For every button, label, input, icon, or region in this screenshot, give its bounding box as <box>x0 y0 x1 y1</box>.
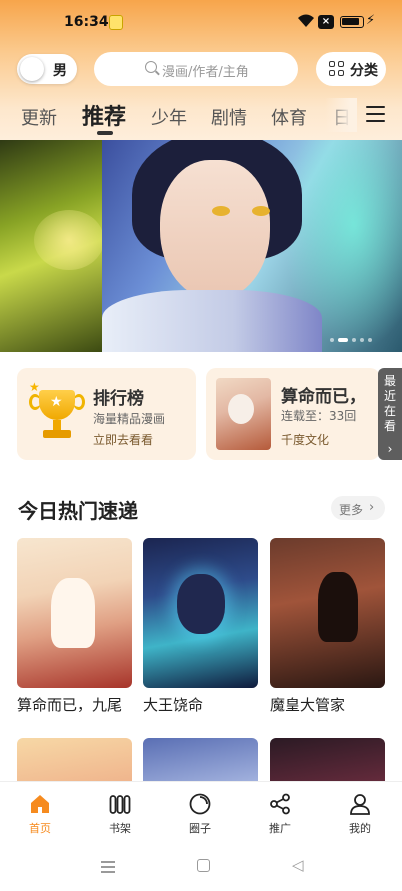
search-icon <box>145 61 157 73</box>
share-icon <box>269 793 291 815</box>
grid-icon <box>329 61 345 77</box>
notification-app-icon <box>109 15 123 30</box>
tab-circle[interactable]: 圈子 <box>160 782 240 838</box>
tab-shounen[interactable]: 少年 <box>151 104 187 130</box>
comic-card[interactable]: 算命而已，九尾 <box>17 538 132 715</box>
trophy-icon: ★ ★ <box>29 380 85 444</box>
status-time: 16:34 <box>64 14 109 30</box>
recent-tab-char: 在 <box>383 404 396 418</box>
ranking-title: 排行榜 <box>93 389 144 409</box>
banner-slide-current[interactable] <box>102 140 402 352</box>
tab-fade <box>325 98 357 132</box>
tab-drama[interactable]: 剧情 <box>211 104 247 130</box>
more-button[interactable]: 更多 › <box>331 496 385 520</box>
system-nav-bar: ◁ <box>0 837 402 891</box>
recent-title: 算命而已， <box>281 387 366 407</box>
active-tab-indicator <box>97 131 113 135</box>
ranking-subtitle: 海量精品漫画 <box>93 412 166 426</box>
comic-cover <box>17 538 132 688</box>
recent-reading-tab[interactable]: 最 近 在 看 › <box>378 368 402 460</box>
banner-carousel[interactable] <box>0 140 402 352</box>
tab-home-label: 首页 <box>29 822 51 835</box>
search-input[interactable]: 漫画/作者/主角 <box>94 52 298 86</box>
status-bar: 16:34 × ⚡ <box>0 0 402 46</box>
banner-slide-previous[interactable] <box>0 140 104 352</box>
comic-card[interactable]: 大王饶命 <box>143 538 258 715</box>
tab-promote[interactable]: 推广 <box>240 782 320 838</box>
gender-toggle[interactable]: 男 <box>17 54 77 84</box>
chevron-right-icon: › <box>387 442 393 456</box>
recent-tab-char: 近 <box>383 389 396 403</box>
comic-title: 算命而已，九尾 <box>17 696 123 714</box>
toggle-knob <box>20 57 44 81</box>
close-badge-icon: × <box>318 15 334 29</box>
comic-card[interactable]: 魔皇大管家 <box>270 538 385 715</box>
home-icon <box>29 793 51 815</box>
tab-promote-label: 推广 <box>269 822 291 835</box>
tab-sports[interactable]: 体育 <box>271 104 307 130</box>
comic-title: 魔皇大管家 <box>270 696 346 714</box>
tab-circle-label: 圈子 <box>189 822 211 835</box>
recent-publisher: 千度文化 <box>281 433 330 447</box>
ranking-cta: 立即去看看 <box>93 433 154 447</box>
circle-icon <box>189 793 211 815</box>
category-label: 分类 <box>350 63 378 79</box>
gender-label: 男 <box>53 63 67 79</box>
comic-title: 大王饶命 <box>143 696 204 714</box>
recent-apps-icon[interactable] <box>101 861 115 873</box>
category-button[interactable]: 分类 <box>316 52 386 86</box>
home-nav-icon[interactable] <box>197 859 210 872</box>
profile-icon <box>349 793 371 815</box>
tab-profile-label: 我的 <box>349 822 371 835</box>
more-label: 更多 <box>339 503 364 517</box>
tab-bookshelf-label: 书架 <box>109 822 131 835</box>
carousel-indicator <box>330 338 374 344</box>
comic-cover <box>143 538 258 688</box>
bottom-tab-bar: 首页 书架 圈子 推广 我的 <box>0 781 402 837</box>
menu-icon[interactable] <box>366 106 385 123</box>
tab-profile[interactable]: 我的 <box>320 782 400 838</box>
recent-cover-image <box>216 378 271 450</box>
bookshelf-icon <box>109 793 131 815</box>
ranking-card[interactable]: ★ ★ 排行榜 海量精品漫画 立即去看看 <box>17 368 196 460</box>
recent-progress: 连载至：33回 <box>281 409 357 423</box>
battery-icon <box>340 16 364 28</box>
chevron-right-icon: › <box>369 500 375 515</box>
wifi-icon <box>297 14 315 32</box>
recent-tab-char: 最 <box>383 374 396 388</box>
back-icon[interactable]: ◁ <box>292 856 304 874</box>
comic-cover <box>270 538 385 688</box>
search-placeholder: 漫画/作者/主角 <box>162 65 249 80</box>
tab-bookshelf[interactable]: 书架 <box>80 782 160 838</box>
section-title: 今日热门速递 <box>18 499 138 523</box>
recent-tab-char: 看 <box>383 419 396 433</box>
tab-recommend[interactable]: 推荐 <box>82 99 126 131</box>
charging-icon: ⚡ <box>366 13 376 28</box>
tab-update[interactable]: 更新 <box>21 104 57 130</box>
tab-home[interactable]: 首页 <box>0 782 80 838</box>
recent-reading-card[interactable]: 算命而已， 连载至：33回 千度文化 <box>206 368 380 460</box>
